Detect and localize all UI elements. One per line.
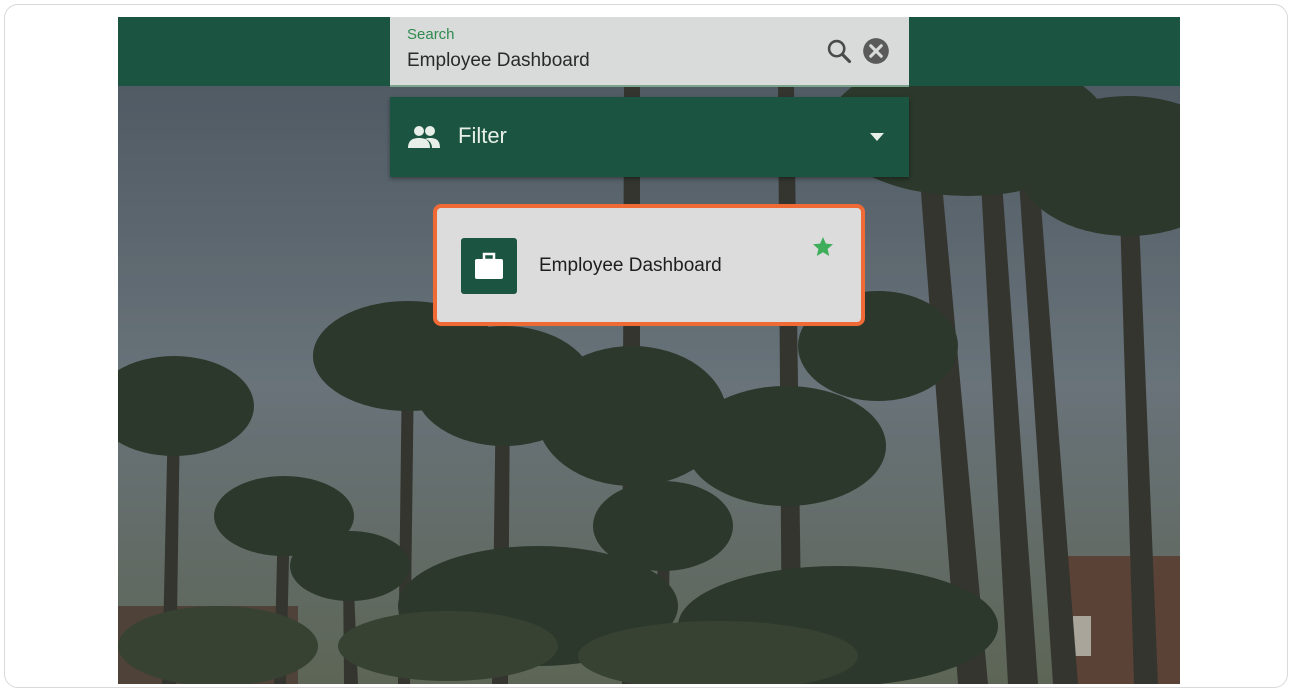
- result-title: Employee Dashboard: [539, 255, 722, 276]
- star-icon[interactable]: [811, 235, 835, 259]
- app-screen: Search Employee Dashboard Filter Employe…: [118, 17, 1180, 684]
- app-tile: [461, 238, 517, 294]
- filter-dropdown[interactable]: Filter: [390, 97, 909, 177]
- filter-label: Filter: [458, 123, 507, 148]
- briefcase-icon: [475, 252, 503, 279]
- search-result-card[interactable]: Employee Dashboard: [433, 204, 865, 326]
- search-icon[interactable]: [825, 37, 853, 65]
- clear-search-icon[interactable]: [862, 37, 890, 65]
- search-box[interactable]: Search Employee Dashboard: [390, 17, 909, 87]
- chevron-down-icon[interactable]: [868, 131, 886, 143]
- result-card-body: Employee Dashboard: [439, 210, 859, 320]
- search-input[interactable]: Employee Dashboard: [407, 50, 590, 72]
- people-icon: [408, 126, 440, 148]
- search-label: Search: [407, 26, 455, 43]
